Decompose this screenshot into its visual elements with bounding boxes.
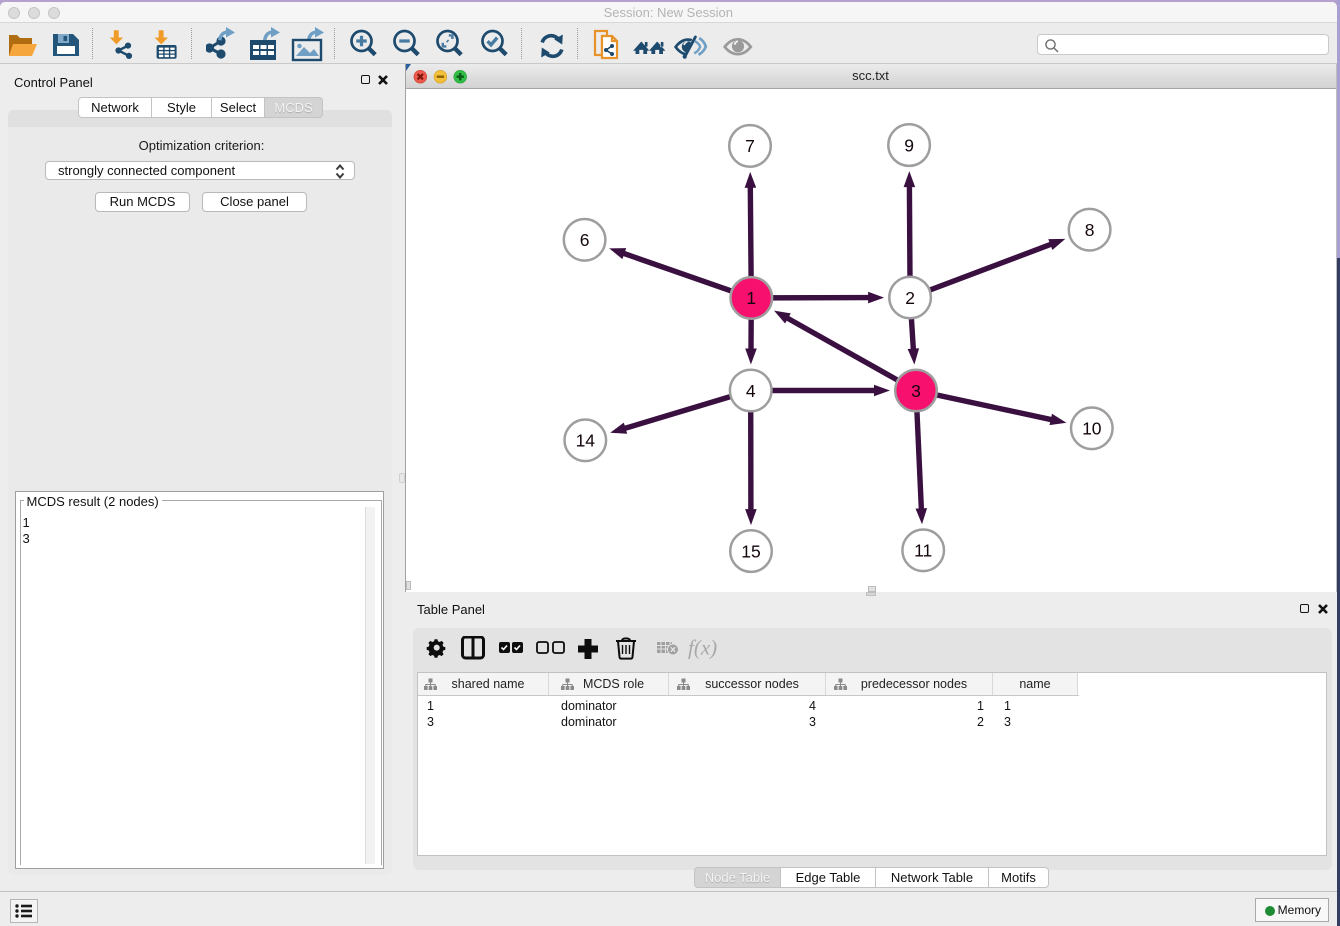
svg-text:3: 3 bbox=[911, 381, 921, 401]
svg-text:4: 4 bbox=[745, 381, 755, 401]
svg-text:11: 11 bbox=[914, 541, 932, 561]
svg-text:14: 14 bbox=[575, 431, 595, 451]
svg-text:7: 7 bbox=[745, 136, 755, 156]
svg-text:10: 10 bbox=[1082, 419, 1102, 439]
svg-text:1: 1 bbox=[746, 288, 756, 308]
svg-text:8: 8 bbox=[1084, 220, 1094, 240]
svg-text:9: 9 bbox=[904, 135, 914, 155]
svg-text:f(x): f(x) bbox=[688, 636, 717, 660]
svg-text:15: 15 bbox=[741, 541, 760, 561]
svg-text:2: 2 bbox=[905, 288, 915, 308]
svg-text:6: 6 bbox=[579, 230, 589, 250]
